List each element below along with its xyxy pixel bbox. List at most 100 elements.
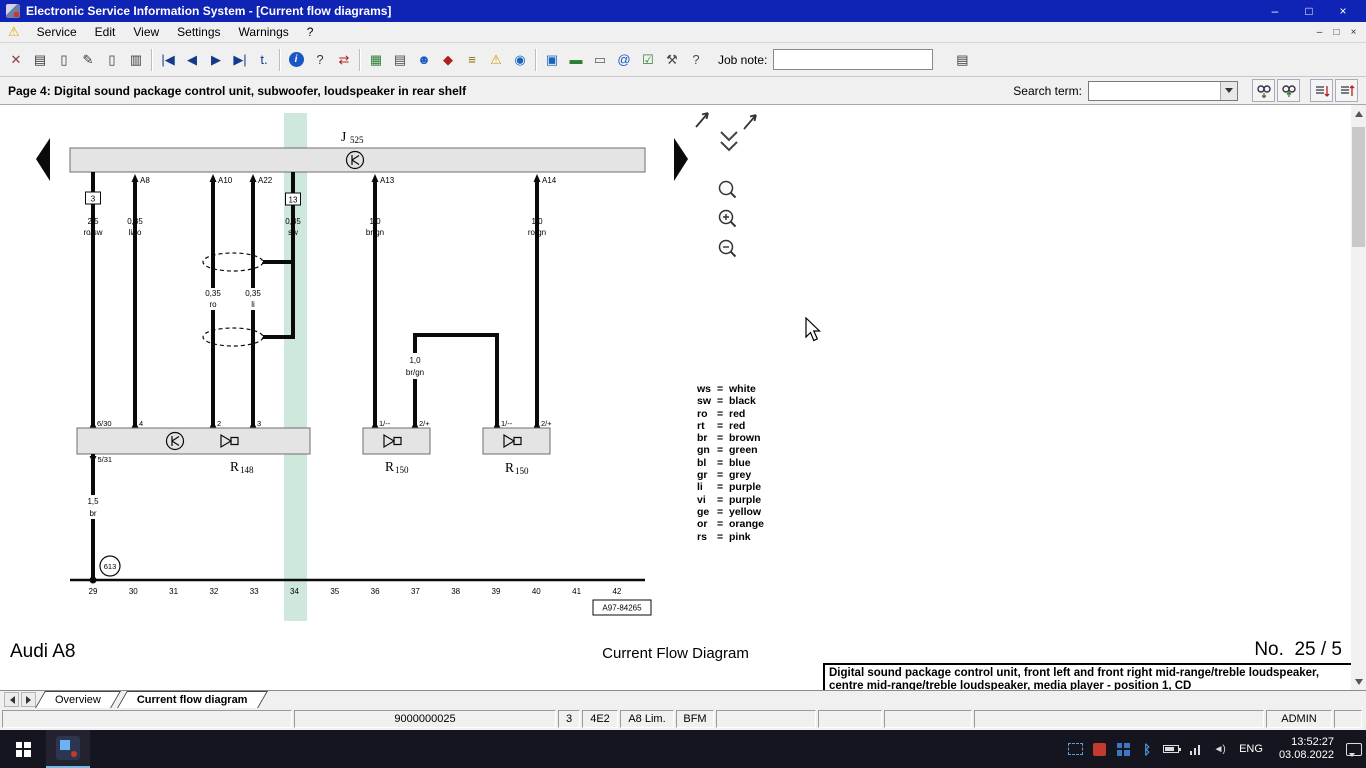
user-note-button[interactable]: @ — [612, 47, 636, 73]
tab-overview[interactable]: Overview — [37, 691, 119, 708]
search-term-label: Search term: — [1013, 84, 1082, 98]
network-icon[interactable] — [1183, 730, 1207, 768]
mdi-minimize-button[interactable]: – — [1311, 25, 1328, 40]
help-edit-button[interactable]: ? — [684, 47, 708, 73]
toolbar: ✕▤▯✎▯▥|◀◀▶▶|t.i?⇄▦▤☻◆≡⚠◉▣▬▭@☑⚒? Job note… — [0, 43, 1366, 77]
menu-settings[interactable]: Settings — [168, 23, 229, 41]
scroll-down-button[interactable] — [1351, 674, 1366, 690]
zoom-out-icon[interactable] — [720, 241, 736, 257]
last-page-button[interactable]: ▶| — [228, 47, 252, 73]
service-tools-button[interactable]: ⚒ — [660, 47, 684, 73]
security-tray-icon[interactable] — [1087, 730, 1111, 768]
grid-button[interactable]: ▤ — [388, 47, 412, 73]
status-field-2: 4E2 — [582, 710, 618, 728]
previous-diagram-arrow[interactable] — [36, 138, 50, 181]
start-button[interactable] — [0, 730, 46, 768]
tab-scroll-left-button[interactable] — [4, 692, 19, 707]
history-button[interactable]: t. — [252, 47, 276, 73]
edit-document-button[interactable]: ✎ — [76, 47, 100, 73]
svg-text:613: 613 — [104, 562, 117, 571]
combobox-dropdown-button[interactable] — [1220, 82, 1237, 100]
mdi-close-button[interactable]: × — [1345, 25, 1362, 40]
warning-button[interactable]: ⚠ — [484, 47, 508, 73]
battery-icon[interactable] — [1159, 730, 1183, 768]
next-page-button[interactable]: ▶ — [204, 47, 228, 73]
language-indicator[interactable]: ENG — [1231, 730, 1271, 768]
job-note-save-icon: ▤ — [956, 52, 968, 68]
maximize-button[interactable]: □ — [1292, 1, 1326, 21]
exit-button[interactable]: ✕ — [4, 47, 28, 73]
list-button[interactable]: ≡ — [460, 47, 484, 73]
hitlist-next-icon — [1339, 83, 1355, 99]
menu-edit[interactable]: Edit — [86, 23, 125, 41]
job-note-input[interactable] — [773, 49, 933, 70]
users-button[interactable]: ☻ — [412, 47, 436, 73]
previous-page-button[interactable]: ◀ — [180, 47, 204, 73]
svg-text:br: br — [89, 509, 96, 518]
mdi-restore-button[interactable]: □ — [1328, 25, 1345, 40]
globe-button[interactable]: ◉ — [508, 47, 532, 73]
arrow-right-icon — [26, 696, 35, 704]
svg-text:2/+: 2/+ — [419, 419, 430, 428]
svg-text:0,35: 0,35 — [285, 217, 301, 226]
svg-text:5/31: 5/31 — [98, 455, 113, 464]
menu-warnings[interactable]: Warnings — [230, 23, 298, 41]
folder-button[interactable]: ▬ — [564, 47, 588, 73]
print-preview-button[interactable]: ▥ — [124, 47, 148, 73]
wire-bridge-br-gn: 1,0 br/gn — [399, 335, 497, 428]
monitor-button[interactable]: ▣ — [540, 47, 564, 73]
notification-center-icon[interactable] — [1342, 730, 1366, 768]
zoom-tool-icon[interactable] — [720, 182, 736, 198]
viewer-tools — [688, 105, 772, 275]
minimize-button[interactable]: – — [1258, 1, 1292, 21]
menu-help[interactable]: ? — [298, 23, 323, 41]
vehicle-button[interactable]: ▭ — [588, 47, 612, 73]
pointer-arrow-icon[interactable] — [696, 113, 708, 127]
volume-icon[interactable]: ◄) — [1207, 730, 1231, 768]
double-chevron-down-icon[interactable] — [721, 132, 737, 150]
status-cell-empty — [716, 710, 816, 728]
history-icon: t. — [260, 53, 267, 66]
remote-session-icon[interactable] — [1063, 730, 1087, 768]
vertical-scrollbar[interactable] — [1351, 105, 1366, 690]
search-previous-button[interactable] — [1252, 79, 1275, 102]
wire-ro-gn: A14 1,0 ro/gn — [528, 174, 557, 428]
help-button[interactable]: ? — [308, 47, 332, 73]
new-document-button[interactable]: ▯ — [52, 47, 76, 73]
svg-text:R: R — [505, 460, 514, 475]
hitlist-next-button[interactable] — [1335, 79, 1358, 102]
menu-service[interactable]: Service — [28, 23, 86, 41]
users-icon: ☻ — [417, 53, 431, 66]
svg-text:150: 150 — [395, 465, 409, 475]
page-info: Page 4: Digital sound package control un… — [8, 84, 466, 98]
scrollbar-thumb[interactable] — [1352, 127, 1365, 247]
scroll-up-button[interactable] — [1351, 105, 1366, 121]
transfer-button[interactable]: ⇄ — [332, 47, 356, 73]
search-term-combobox[interactable] — [1088, 81, 1238, 101]
vm-tray-icon[interactable] — [1111, 730, 1135, 768]
pointer-arrow-icon-2[interactable] — [744, 115, 756, 129]
first-page-button[interactable]: |◀ — [156, 47, 180, 73]
zoom-in-icon[interactable] — [720, 211, 736, 227]
taskbar-elsawin-button[interactable] — [46, 730, 90, 768]
job-note-save-button[interactable]: ▤ — [949, 47, 975, 73]
clock[interactable]: 13:52:27 03.08.2022 — [1271, 736, 1342, 762]
print-button[interactable]: ▤ — [28, 47, 52, 73]
list-icon: ≡ — [468, 53, 476, 66]
diagram-page: J 525 3 2,5 ro/sw A8 0,35 li/ro A — [0, 105, 1366, 690]
svg-text:A22: A22 — [258, 176, 273, 185]
hitlist-previous-button[interactable] — [1310, 79, 1333, 102]
copy-document-button[interactable]: ▯ — [100, 47, 124, 73]
info-button[interactable]: i — [284, 47, 308, 73]
tab-scroll-right-button[interactable] — [21, 692, 36, 707]
next-diagram-arrow[interactable] — [674, 138, 688, 181]
bluetooth-icon[interactable]: ᛒ — [1135, 730, 1159, 768]
table-button[interactable]: ▦ — [364, 47, 388, 73]
checklist-button[interactable]: ☑ — [636, 47, 660, 73]
svg-text:ro/sw: ro/sw — [83, 228, 102, 237]
catalog-button[interactable]: ◆ — [436, 47, 460, 73]
search-next-button[interactable] — [1277, 79, 1300, 102]
close-button[interactable]: × — [1326, 1, 1360, 21]
tab-current-flow-diagram[interactable]: Current flow diagram — [119, 691, 266, 708]
menu-view[interactable]: View — [124, 23, 168, 41]
